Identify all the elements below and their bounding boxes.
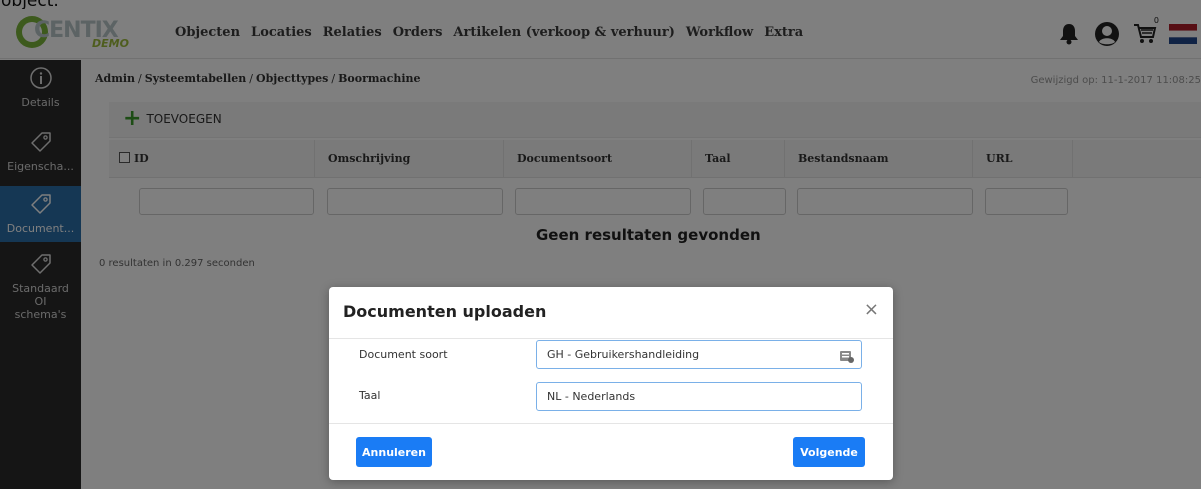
upload-documents-modal: Documenten uploaden × Document soort GH … (329, 287, 893, 480)
taal-value: NL - Nederlands (547, 390, 636, 403)
document-soort-value: GH - Gebruikershandleiding (547, 348, 700, 361)
next-button[interactable]: Volgende (793, 437, 865, 467)
field-label-document-soort: Document soort (359, 348, 448, 361)
taal-field[interactable]: NL - Nederlands (536, 382, 862, 411)
modal-footer-divider (329, 423, 893, 424)
cancel-button[interactable]: Annuleren (356, 437, 432, 467)
modal-header-divider (329, 338, 893, 339)
close-icon[interactable]: × (864, 301, 879, 319)
field-label-taal: Taal (359, 389, 381, 402)
lookup-icon[interactable] (839, 347, 855, 363)
document-soort-field[interactable]: GH - Gebruikershandleiding (536, 340, 862, 369)
modal-title: Documenten uploaden (343, 302, 547, 321)
